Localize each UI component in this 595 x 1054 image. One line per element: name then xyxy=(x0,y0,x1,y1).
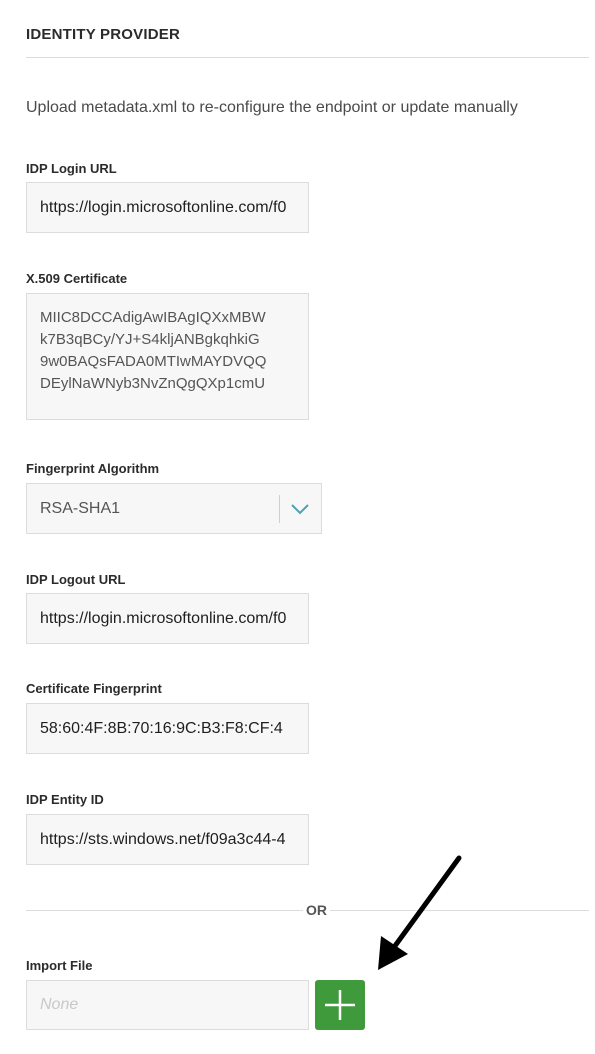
certificate-line: 9w0BAQsFADA0MTIwMAYDVQQ xyxy=(40,353,267,370)
chevron-down-icon[interactable] xyxy=(289,499,311,519)
idp-login-url-input[interactable]: https://login.microsoftonline.com/f0 xyxy=(26,182,309,233)
idp-entity-id-input[interactable]: https://sts.windows.net/f09a3c44-4 xyxy=(26,814,309,865)
arrow-icon xyxy=(378,855,462,970)
import-file-input[interactable] xyxy=(26,980,309,1030)
idp-login-url-label: IDP Login URL xyxy=(26,161,117,176)
certificate-fingerprint-input[interactable]: 58:60:4F:8B:70:16:9C:B3:F8:CF:4 xyxy=(26,703,309,754)
certificate-fingerprint-label: Certificate Fingerprint xyxy=(26,681,162,696)
fingerprint-algorithm-select[interactable]: RSA-SHA1 xyxy=(26,483,322,534)
certificate-line: MIIC8DCCAdigAwIBAgIQXxMBW xyxy=(40,309,266,326)
import-file-label: Import File xyxy=(26,958,93,973)
idp-logout-url-input[interactable]: https://login.microsoftonline.com/f0 xyxy=(26,593,309,644)
add-file-button[interactable] xyxy=(315,980,365,1030)
plus-icon xyxy=(325,990,355,1020)
x509-certificate-label: X.509 Certificate xyxy=(26,271,128,286)
section-divider xyxy=(26,57,589,58)
x509-certificate-textarea[interactable]: MIIC8DCCAdigAwIBAgIQXxMBW k7B3qBCy/YJ+S4… xyxy=(26,293,309,420)
fingerprint-algorithm-label: Fingerprint Algorithm xyxy=(26,461,160,476)
idp-entity-id-label: IDP Entity ID xyxy=(26,792,104,807)
section-title: IDENTITY PROVIDER xyxy=(26,26,180,43)
certificate-line: DEylNaWNyb3NvZnQgQXp1cmU xyxy=(40,375,266,392)
fingerprint-algorithm-value: RSA-SHA1 xyxy=(40,500,121,517)
certificate-line: k7B3qBCy/YJ+S4kljANBgkqhkiG xyxy=(40,331,260,348)
idp-logout-url-label: IDP Logout URL xyxy=(26,572,126,587)
section-description: Upload metadata.xml to re-configure the … xyxy=(26,99,518,116)
select-separator xyxy=(279,495,280,523)
or-separator-text: OR xyxy=(303,902,330,918)
